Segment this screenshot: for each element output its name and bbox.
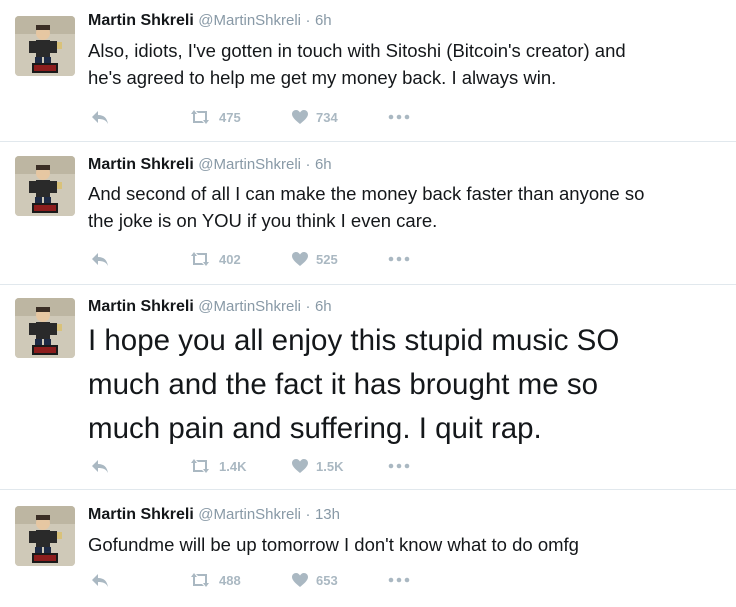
more-button[interactable] [388, 106, 410, 128]
reply-icon [92, 253, 108, 266]
retweet-button[interactable]: 402 [188, 248, 241, 270]
avatar[interactable] [15, 298, 75, 358]
tweet-text: And second of all I can make the money b… [88, 180, 644, 234]
tweet-timestamp[interactable]: 6h [315, 156, 332, 173]
author-handle[interactable]: @MartinShkreli [198, 12, 301, 29]
tweet[interactable]: Martin Shkreli @MartinShkreli · 13h Gofu… [0, 490, 736, 607]
tweet-header: Martin Shkreli @MartinShkreli · 6h [88, 156, 332, 174]
separator-dot: · [305, 298, 311, 315]
like-button[interactable]: 525 [291, 248, 338, 270]
retweet-button[interactable]: 475 [188, 106, 241, 128]
tweet-text-line: much and the fact it has brought me so [88, 368, 598, 401]
avatar-image [15, 16, 75, 76]
heart-icon [292, 573, 308, 587]
heart-icon [292, 252, 308, 266]
like-count: 653 [316, 572, 338, 588]
author-name[interactable]: Martin Shkreli [88, 156, 194, 173]
avatar-image [15, 506, 75, 566]
tweet-header: Martin Shkreli @MartinShkreli · 6h [88, 298, 332, 316]
retweet-count: 1.4K [219, 458, 247, 474]
separator-dot: · [305, 506, 311, 523]
tweet-timestamp[interactable]: 13h [315, 506, 340, 523]
tweet-actions: 475 734 [88, 106, 428, 128]
author-handle[interactable]: @MartinShkreli [198, 156, 301, 173]
retweet-icon [191, 573, 209, 587]
tweet-text: I hope you all enjoy this stupid music S… [88, 319, 619, 451]
tweet-actions: 1.4K 1.5K [88, 455, 428, 477]
retweet-count: 475 [219, 109, 241, 125]
tweet-text: Gofundme will be up tomorrow I don't kno… [88, 531, 579, 558]
retweet-icon [191, 252, 209, 266]
reply-button[interactable] [90, 248, 110, 270]
tweet-timestamp[interactable]: 6h [315, 12, 332, 29]
retweet-icon [191, 110, 209, 124]
tweet[interactable]: Martin Shkreli @MartinShkreli · 6h Also,… [0, 0, 736, 142]
tweet-text-line: the joke is on YOU if you think I even c… [88, 210, 438, 231]
tweet-text-line: I hope you all enjoy this stupid music S… [88, 324, 620, 357]
avatar-image [15, 156, 75, 216]
retweet-icon [191, 459, 209, 473]
more-button[interactable] [388, 569, 410, 591]
retweet-count: 402 [219, 251, 241, 267]
author-name[interactable]: Martin Shkreli [88, 12, 194, 29]
more-button[interactable] [388, 248, 410, 270]
more-icon [388, 577, 410, 583]
reply-button[interactable] [90, 106, 110, 128]
retweet-button[interactable]: 488 [188, 569, 241, 591]
like-button[interactable]: 734 [291, 106, 338, 128]
reply-button[interactable] [90, 455, 110, 477]
more-icon [388, 256, 410, 262]
tweet-text: Also, idiots, I've gotten in touch with … [88, 37, 626, 91]
heart-icon [292, 110, 308, 124]
separator-dot: · [305, 156, 311, 173]
tweet[interactable]: Martin Shkreli @MartinShkreli · 6h And s… [0, 142, 736, 285]
avatar[interactable] [15, 506, 75, 566]
retweet-button[interactable]: 1.4K [188, 455, 246, 477]
reply-icon [92, 460, 108, 473]
retweet-count: 488 [219, 572, 241, 588]
like-count: 1.5K [316, 458, 344, 474]
more-icon [388, 463, 410, 469]
author-name[interactable]: Martin Shkreli [88, 298, 194, 315]
more-button[interactable] [388, 455, 410, 477]
tweet-text-line: And second of all I can make the money b… [88, 183, 645, 204]
like-button[interactable]: 653 [291, 569, 338, 591]
tweet-actions: 488 653 [88, 569, 428, 591]
avatar[interactable] [15, 156, 75, 216]
separator-dot: · [305, 12, 311, 29]
author-handle[interactable]: @MartinShkreli [198, 298, 301, 315]
tweet-text-line: Gofundme will be up tomorrow I don't kno… [88, 534, 579, 555]
more-icon [388, 114, 410, 120]
tweet-text-line: he's agreed to help me get my money back… [88, 67, 557, 88]
like-count: 525 [316, 251, 338, 267]
tweet[interactable]: Martin Shkreli @MartinShkreli · 6h I hop… [0, 285, 736, 490]
heart-icon [292, 459, 308, 473]
tweet-text-line: much pain and suffering. I quit rap. [88, 412, 542, 445]
tweet-text-line: Also, idiots, I've gotten in touch with … [88, 40, 626, 61]
tweet-timestamp[interactable]: 6h [315, 298, 332, 315]
reply-button[interactable] [90, 569, 110, 591]
like-count: 734 [316, 109, 338, 125]
author-name[interactable]: Martin Shkreli [88, 506, 194, 523]
avatar-image [15, 298, 75, 358]
tweet-header: Martin Shkreli @MartinShkreli · 6h [88, 12, 332, 30]
tweet-header: Martin Shkreli @MartinShkreli · 13h [88, 506, 340, 524]
like-button[interactable]: 1.5K [291, 455, 343, 477]
avatar[interactable] [15, 16, 75, 76]
author-handle[interactable]: @MartinShkreli [198, 506, 301, 523]
reply-icon [92, 574, 108, 587]
tweet-actions: 402 525 [88, 248, 428, 270]
reply-icon [92, 111, 108, 124]
tweet-feed: Martin Shkreli @MartinShkreli · 6h Also,… [0, 0, 736, 607]
